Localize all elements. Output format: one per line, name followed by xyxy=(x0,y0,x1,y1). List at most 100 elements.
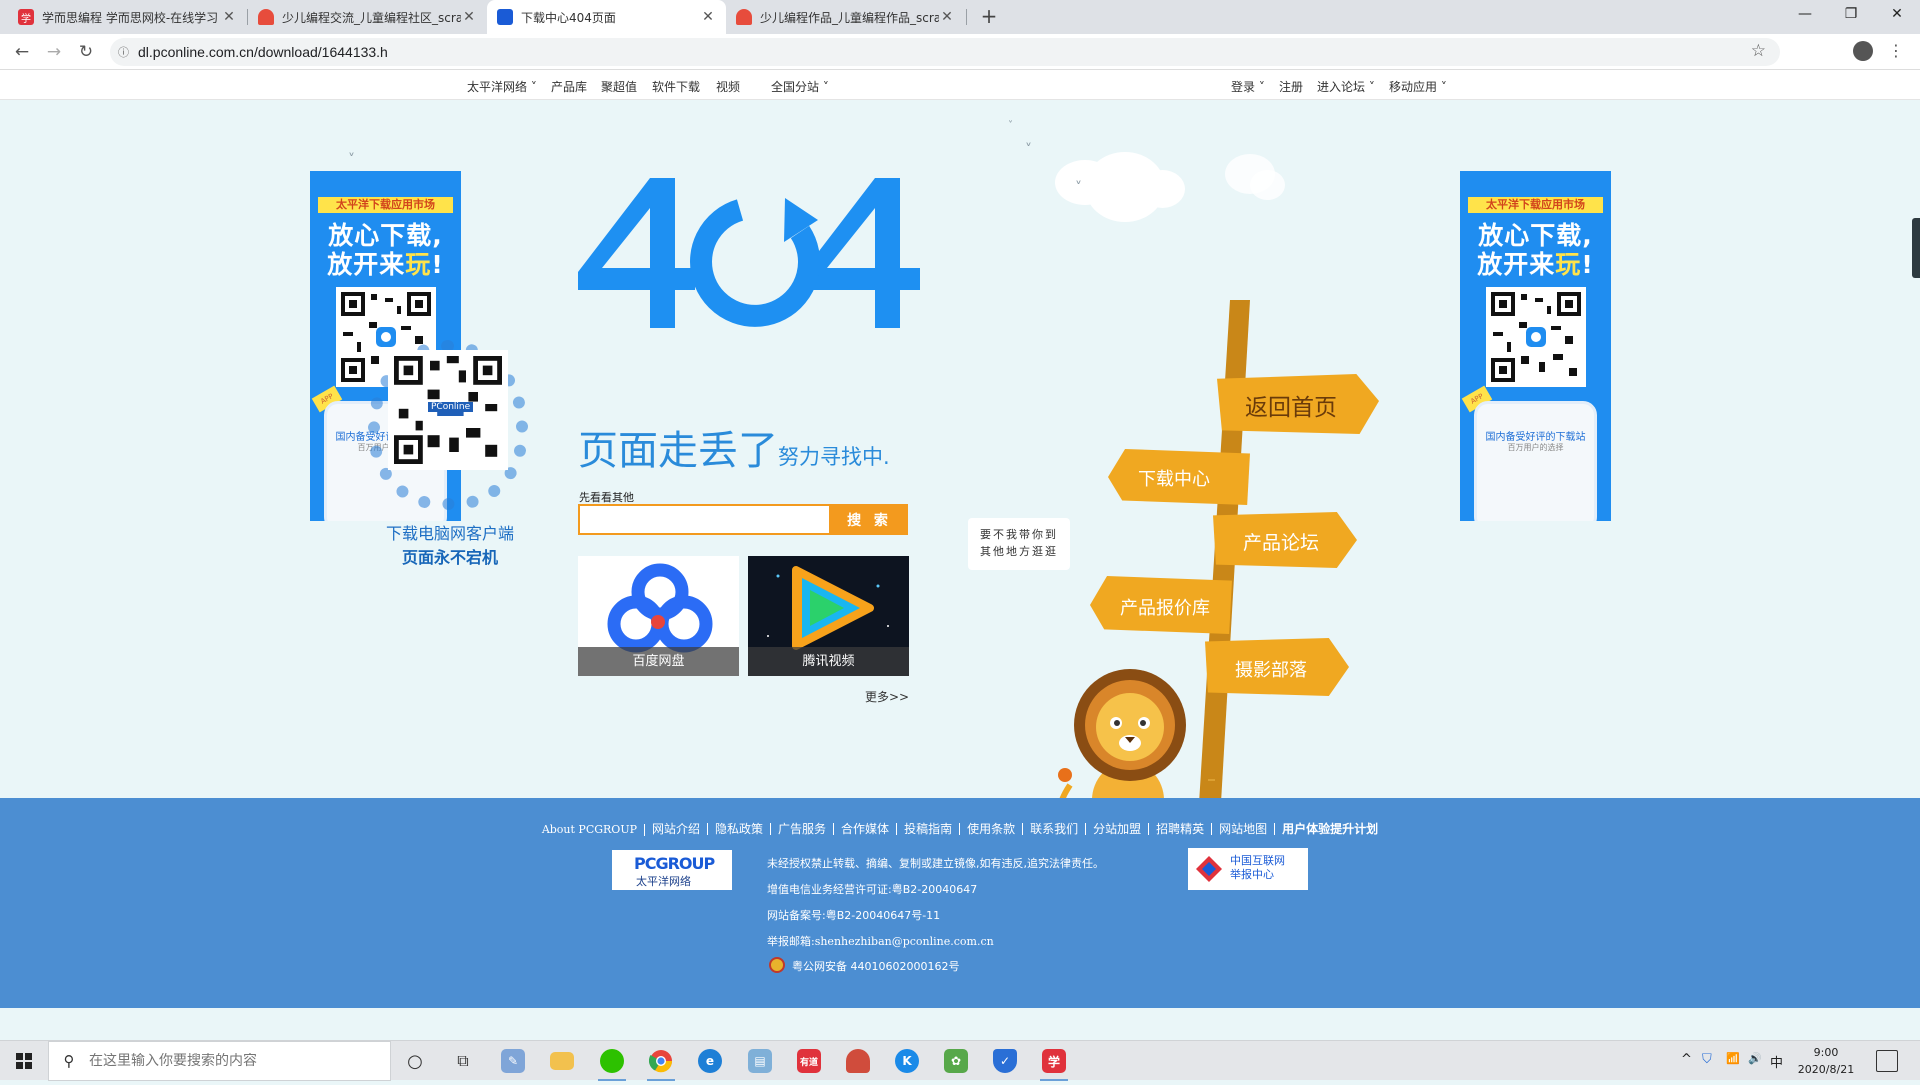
footer-link[interactable]: About PCGROUP xyxy=(535,824,645,836)
nav-login[interactable]: 登录 ˅ xyxy=(1231,78,1265,95)
tray-ime-icon[interactable]: 中 xyxy=(1770,1052,1783,1071)
close-tab-icon[interactable]: ✕ xyxy=(461,9,477,25)
footer-police-record[interactable]: 粤公网安备 44010602000162号 xyxy=(792,958,959,974)
wechat-icon[interactable] xyxy=(592,1045,632,1081)
cortana-icon[interactable]: ○ xyxy=(395,1045,435,1077)
tray-network-icon[interactable]: 📶 xyxy=(1726,1052,1740,1065)
browser-tab[interactable]: 少儿编程交流_儿童编程社区_scratch ✕ xyxy=(248,0,487,34)
app-card-tencent-video[interactable]: 腾讯视频 xyxy=(748,556,909,676)
client-qr-code-icon[interactable]: PConline xyxy=(388,350,508,470)
site-footer: About PCGROUP 网站介绍 隐私政策 广告服务 合作媒体 投稿指南 使用条款 联系我… xyxy=(0,798,1920,1008)
security-icon[interactable]: ✓ xyxy=(985,1045,1025,1077)
file-explorer-icon[interactable] xyxy=(542,1045,582,1077)
chrome-icon[interactable] xyxy=(641,1045,681,1081)
footer-link[interactable]: 联系我们 xyxy=(1023,823,1087,835)
nav-pcgroup[interactable]: 太平洋网络 ˅ xyxy=(467,78,537,95)
footer-link[interactable]: 广告服务 xyxy=(771,823,835,835)
task-view-icon[interactable]: ⧉ xyxy=(443,1045,483,1077)
search-input[interactable] xyxy=(578,504,831,535)
nav-register[interactable]: 注册 xyxy=(1279,78,1303,95)
app-card-baidu-netdisk[interactable]: 百度网盘 xyxy=(578,556,739,676)
taskbar-search[interactable]: ⚲ xyxy=(48,1041,391,1081)
footer-link[interactable]: 合作媒体 xyxy=(834,823,898,835)
scratch-app-icon[interactable] xyxy=(838,1045,878,1077)
browser-tab-active[interactable]: 下载中心404页面 ✕ xyxy=(487,0,726,34)
reload-icon[interactable]: ↻ xyxy=(72,39,100,65)
nav-regions[interactable]: 全国分站 ˅ xyxy=(771,78,829,95)
footer-link[interactable]: 投稿指南 xyxy=(897,823,961,835)
xueersi-app-icon[interactable]: 学 xyxy=(1034,1045,1074,1081)
sign-download-center[interactable]: 下载中心 xyxy=(1108,449,1250,505)
tray-volume-icon[interactable]: 🔊 xyxy=(1748,1052,1762,1065)
omnibox[interactable]: ⓘ ☆ xyxy=(110,38,1780,66)
url-field[interactable] xyxy=(138,44,1638,60)
wechat-glyph xyxy=(600,1049,624,1073)
footer-link[interactable]: 网站地图 xyxy=(1212,823,1276,835)
side-widget-handle[interactable] xyxy=(1912,218,1920,278)
back-arrow-icon[interactable]: ← xyxy=(8,39,36,65)
footer-link[interactable]: 网站介绍 xyxy=(645,823,709,835)
windows-start-icon[interactable] xyxy=(0,1041,48,1081)
minimize-button[interactable]: — xyxy=(1782,0,1828,30)
sign-product-forum[interactable]: 产品论坛 xyxy=(1213,512,1357,568)
browser-tab[interactable]: 学 学而思编程 学而思网校-在线学习 ✕ xyxy=(8,0,247,34)
notification-center-icon[interactable] xyxy=(1876,1050,1898,1072)
close-tab-icon[interactable]: ✕ xyxy=(700,9,716,25)
taskbar-clock[interactable]: 9:00 2020/8/21 xyxy=(1786,1044,1866,1078)
youdao-icon[interactable]: 有道 xyxy=(789,1045,829,1077)
report-center-emblem-icon xyxy=(1196,856,1222,882)
taskbar-search-input[interactable] xyxy=(89,1053,379,1069)
sign-home[interactable]: 返回首页 xyxy=(1217,374,1379,434)
footer-link[interactable]: 分站加盟 xyxy=(1086,823,1150,835)
nav-forum[interactable]: 进入论坛 ˅ xyxy=(1317,78,1375,95)
pconline-icon xyxy=(497,9,513,25)
download-app-ad-right[interactable]: 太平洋下载应用市场 放心下载, 放开来玩! APP 国内备受好评的下载站 百万用… xyxy=(1460,171,1611,521)
footer-link[interactable]: 用户体验提升计划 xyxy=(1275,823,1385,835)
nav-mobile[interactable]: 移动应用 ˅ xyxy=(1389,78,1447,95)
cn-report-center-logo[interactable]: 中国互联网 举报中心 xyxy=(1188,848,1308,890)
ad-slogan-part: 放开来 xyxy=(1477,250,1556,279)
kugou-icon[interactable]: K xyxy=(887,1045,927,1077)
task-view-glyph: ⧉ xyxy=(457,1051,469,1070)
profile-avatar-icon[interactable] xyxy=(1853,41,1873,61)
ad-slogan: 放心下载, 放开来玩! xyxy=(310,221,461,279)
footer-copyright: 未经授权禁止转载、摘编、复制或建立镜像,如有违反,追究法律责任。 xyxy=(767,857,1104,870)
notepad-icon[interactable]: ▤ xyxy=(740,1045,780,1077)
more-link[interactable]: 更多>> xyxy=(865,688,909,705)
nav-video[interactable]: 视频 xyxy=(716,78,740,95)
footer-link[interactable]: 招聘精英 xyxy=(1149,823,1213,835)
footer-link[interactable]: 使用条款 xyxy=(960,823,1024,835)
nav-products[interactable]: 产品库 xyxy=(551,78,587,95)
nav-deals[interactable]: 聚超值 xyxy=(601,78,637,95)
browser-tab[interactable]: 少儿编程作品_儿童编程作品_scratch ✕ xyxy=(726,0,965,34)
cloud-decoration xyxy=(1140,170,1185,208)
close-tab-icon[interactable]: ✕ xyxy=(939,9,955,25)
forward-arrow-icon[interactable]: → xyxy=(40,39,68,65)
footer-link[interactable]: 隐私政策 xyxy=(708,823,772,835)
close-window-button[interactable]: ✕ xyxy=(1874,0,1920,30)
paint-icon[interactable]: ✎ xyxy=(493,1045,533,1077)
close-tab-icon[interactable]: ✕ xyxy=(221,9,237,25)
sign-price-library[interactable]: 产品报价库 xyxy=(1090,576,1232,634)
tray-overflow-icon[interactable]: ^ xyxy=(1681,1052,1692,1067)
sign-photography[interactable]: 摄影部落 xyxy=(1205,638,1349,696)
scratch-editor-icon[interactable]: ✿ xyxy=(936,1045,976,1077)
bookmark-star-icon[interactable]: ☆ xyxy=(1751,41,1766,61)
info-icon[interactable]: ⓘ xyxy=(118,44,132,60)
download-client-promo[interactable]: 下载电脑网客户端 页面永不宕机 xyxy=(340,520,560,568)
cloud-decoration xyxy=(1250,170,1285,200)
restore-button[interactable]: ❐ xyxy=(1828,0,1874,30)
nav-label: 登录 xyxy=(1231,80,1256,94)
pcgroup-logo-sub: 太平洋网络 xyxy=(636,875,691,888)
windows-logo-icon xyxy=(16,1053,32,1069)
tray-security-icon[interactable]: ⛉ xyxy=(1702,1052,1712,1067)
pcgroup-logo[interactable]: PCGROUP 太平洋网络 xyxy=(612,850,732,890)
edge-icon[interactable]: e xyxy=(690,1045,730,1077)
search-button[interactable]: 搜 索 xyxy=(831,504,908,535)
menu-kebab-icon[interactable]: ⋮ xyxy=(1888,41,1904,60)
tab-divider xyxy=(966,9,967,25)
speech-bubble: 要不我带你到其他地方逛逛 xyxy=(968,518,1070,570)
new-tab-button[interactable]: + xyxy=(976,4,1002,30)
nav-software[interactable]: 软件下载 xyxy=(652,78,700,95)
page-lost-title: 页面走丢了努力寻找中. xyxy=(578,418,890,476)
